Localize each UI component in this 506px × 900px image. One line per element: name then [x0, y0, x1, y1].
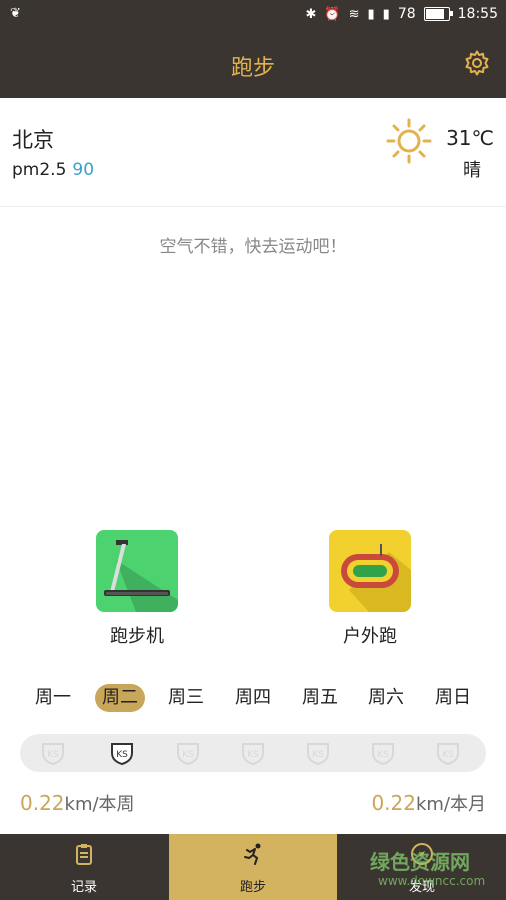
page-title: 跑步 — [230, 56, 275, 81]
weekday-fri[interactable]: 周五 — [295, 684, 345, 712]
monthly-distance-unit: km/本月 — [415, 794, 486, 815]
temperature: 31℃ — [446, 126, 494, 150]
status-bar: ❦ ✱ ⏰ ≋ ▮ ▮ 78 18:55 — [0, 0, 506, 30]
weekday-wed[interactable]: 周三 — [161, 684, 211, 712]
city-name: 北京 — [12, 128, 54, 152]
ks-shield-icon: KS — [42, 743, 64, 766]
weekly-distance-value: 0.22 — [20, 791, 65, 815]
watermark-url: www.downcc.com — [378, 874, 486, 888]
clock: 18:55 — [457, 6, 498, 22]
svg-text:KS: KS — [182, 750, 194, 760]
monthly-distance: 0.22km/本月 — [371, 790, 486, 816]
weather-panel: 北京 pm2.5 90 31℃ 晴 — [0, 98, 506, 207]
tab-running[interactable]: 跑步 — [169, 834, 337, 900]
air-quality-tip: 空气不错，快去运动吧！ — [159, 237, 347, 257]
tab-records-label: 记录 — [70, 880, 97, 895]
treadmill-button[interactable]: 跑步机 — [77, 530, 197, 648]
weekday-selector: 周一 周二 周三 周四 周五 周六 周日 — [0, 684, 506, 714]
weekday-mon[interactable]: 周一 — [28, 684, 78, 712]
weekly-distance-unit: km/本周 — [64, 794, 135, 815]
svg-text:KS: KS — [116, 750, 128, 760]
signal-icon-2: ▮ — [382, 6, 390, 22]
app-header: 跑步 — [0, 30, 506, 98]
notification-icon: ❦ — [10, 6, 21, 21]
outdoor-run-button[interactable]: 户外跑 — [310, 530, 430, 648]
daily-badge-bar: KS KS KS KS KS KS KS — [20, 734, 486, 772]
svg-text:KS: KS — [47, 750, 59, 760]
track-icon — [329, 530, 411, 612]
alarm-icon: ⏰ — [324, 6, 341, 22]
monthly-distance-value: 0.22 — [371, 791, 416, 815]
weekday-sun[interactable]: 周日 — [428, 684, 478, 712]
pm25-value: 90 — [72, 160, 95, 180]
ks-shield-icon: KS — [307, 743, 329, 766]
wifi-icon: ≋ — [348, 6, 360, 22]
weekday-sat[interactable]: 周六 — [361, 684, 411, 712]
svg-text:KS: KS — [312, 750, 324, 760]
treadmill-label: 跑步机 — [110, 626, 164, 647]
ks-shield-icon: KS — [242, 743, 264, 766]
runner-icon — [244, 843, 261, 865]
ks-shield-icon-active: KS — [111, 743, 133, 766]
weather-condition: 晴 — [463, 160, 481, 181]
weekday-tue[interactable]: 周二 — [95, 684, 145, 712]
ks-shield-icon: KS — [437, 743, 459, 766]
outdoor-run-label: 户外跑 — [343, 626, 397, 647]
tab-records[interactable]: 记录 — [0, 834, 168, 900]
bluetooth-icon: ✱ — [305, 6, 317, 22]
ks-shield-icon: KS — [372, 743, 394, 766]
signal-icon: ▮ — [367, 6, 375, 22]
watermark-text: 绿色资源网 — [370, 850, 470, 874]
settings-gear-icon[interactable] — [464, 50, 490, 76]
sun-icon — [386, 118, 432, 164]
pm25-label: pm2.5 — [12, 160, 67, 180]
ks-shield-icon: KS — [177, 743, 199, 766]
status-icons: ✱ ⏰ ≋ ▮ ▮ 78 18:55 — [306, 6, 499, 22]
clipboard-icon — [76, 844, 92, 865]
weekday-thu[interactable]: 周四 — [228, 684, 278, 712]
tab-running-label: 跑步 — [239, 880, 266, 895]
svg-text:KS: KS — [377, 750, 389, 760]
pm25-reading: pm2.5 90 — [12, 160, 94, 180]
weekly-distance: 0.22km/本周 — [20, 790, 135, 816]
distance-stats: 0.22km/本周 0.22km/本月 — [20, 790, 486, 820]
treadmill-icon — [96, 530, 178, 612]
battery-level: 78 — [397, 6, 416, 22]
battery-icon — [423, 7, 453, 21]
svg-text:KS: KS — [247, 750, 259, 760]
svg-text:KS: KS — [442, 750, 454, 760]
